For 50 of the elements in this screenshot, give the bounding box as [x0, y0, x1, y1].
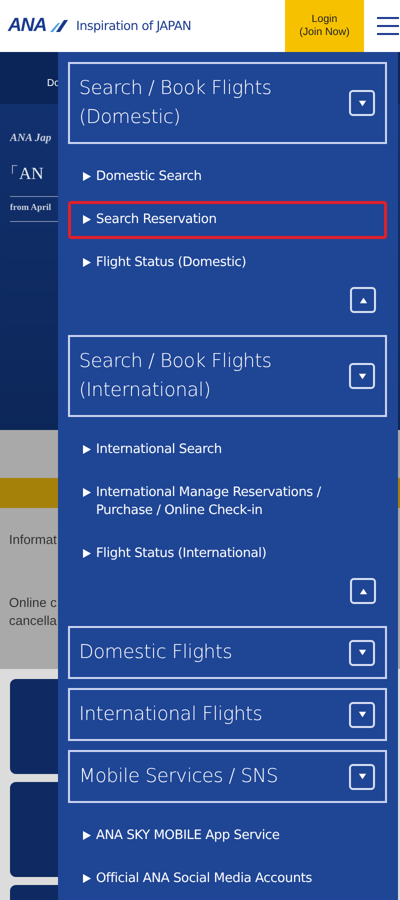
hero-headline: 「AN — [2, 164, 44, 182]
section-header[interactable]: Domestic Flights — [68, 626, 387, 679]
collapse-button[interactable] — [350, 578, 376, 604]
triangle-icon — [83, 874, 91, 883]
caret-up-icon — [358, 586, 368, 596]
triangle-icon — [83, 172, 91, 181]
section-title: Search / Book Flights (Domestic) — [79, 76, 272, 130]
caret-down-icon — [358, 710, 366, 719]
triangle-icon — [83, 258, 91, 267]
expand-toggle[interactable] — [349, 363, 375, 389]
expand-toggle[interactable] — [349, 702, 375, 728]
menu-icon — [377, 16, 399, 36]
logo-stripe-icon — [50, 20, 68, 32]
section-header[interactable]: Mobile Services / SNS — [68, 750, 387, 803]
triangle-icon — [83, 215, 91, 224]
hero-caption: ANA Jap — [10, 132, 52, 144]
collapse-button[interactable] — [350, 287, 376, 313]
triangle-icon — [83, 445, 91, 454]
section-header[interactable]: Search / Book Flights (International) — [68, 335, 387, 417]
tagline: Inspiration of JAPAN — [76, 16, 192, 35]
caret-down-icon — [358, 372, 366, 380]
menu-link[interactable]: Flight Status (International) — [68, 535, 387, 573]
notice-text: Online c cancella — [9, 594, 57, 630]
menu-link[interactable]: Domestic Search — [68, 158, 387, 196]
menu-link[interactable]: International Search — [68, 431, 387, 469]
section-title: Search / Book Flights (International) — [79, 349, 272, 403]
caret-down-icon — [358, 772, 366, 781]
caret-down-icon — [358, 98, 366, 108]
menu-link[interactable]: Official ANA Social Media Accounts — [68, 860, 387, 898]
section-title: International Flights — [79, 702, 264, 727]
section-header[interactable]: Search / Book Flights (Domestic) — [68, 62, 387, 144]
caret-down-icon — [358, 648, 366, 657]
logo-text: ANA — [8, 14, 46, 38]
section-title: Domestic Flights — [79, 640, 234, 665]
expand-toggle[interactable] — [349, 90, 375, 116]
section-title: Mobile Services / SNS — [79, 764, 279, 789]
menu-link[interactable]: Search Reservation — [68, 201, 387, 239]
expand-toggle[interactable] — [349, 764, 375, 790]
triangle-icon — [83, 488, 91, 497]
triangle-icon — [83, 831, 91, 840]
expand-toggle[interactable] — [349, 640, 375, 666]
menu-link[interactable]: International Manage Reservations / Purchase / Online Check-in — [68, 474, 387, 530]
triangle-icon — [83, 549, 91, 558]
caret-up-icon — [358, 296, 368, 304]
menu-link[interactable]: Flight Status (Domestic) — [68, 244, 387, 282]
info-text: Informat — [9, 531, 57, 549]
menu-link[interactable]: ANA SKY MOBILE App Service — [68, 817, 387, 855]
section-header[interactable]: International Flights — [68, 688, 387, 741]
login-button[interactable]: Login (Join Now) — [285, 0, 364, 52]
hero-date: from April — [10, 202, 52, 212]
